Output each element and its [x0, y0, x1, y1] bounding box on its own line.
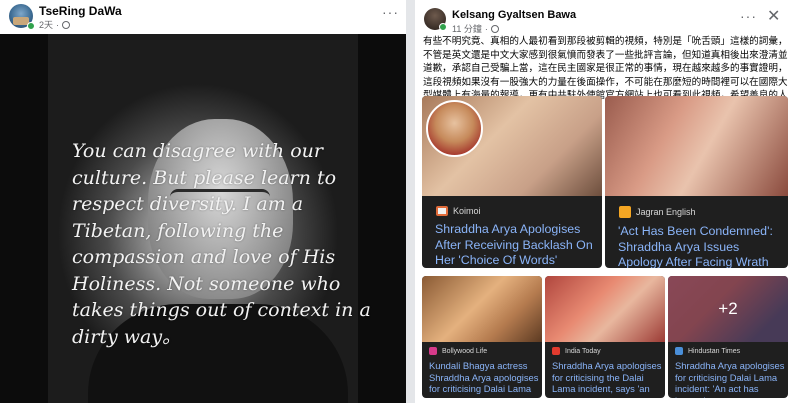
news-title[interactable]: Shraddha Arya apologises for criticising…	[552, 360, 662, 398]
news-title[interactable]: Shraddha Arya Apologises After Receiving…	[435, 222, 597, 268]
news-source: Jagran English	[619, 206, 696, 218]
left-post-header: TseRing DaWa 2天 · ···	[0, 0, 406, 34]
news-card[interactable]: Bollywood Life Kundali Bhagya actress Sh…	[422, 276, 542, 398]
author-name[interactable]: TseRing DaWa	[39, 4, 122, 18]
online-status-icon	[439, 23, 447, 31]
globe-icon	[62, 20, 71, 29]
globe-icon	[490, 24, 499, 33]
divider	[406, 0, 415, 403]
post-photo[interactable]: You can disagree with our culture. But p…	[0, 34, 406, 403]
right-post: Kelsang Gyaltsen Bawa 11 分鐘 · ··· ✕ 有些不明…	[415, 0, 800, 403]
news-card[interactable]: +2 Hindustan Times Shraddha Arya apologi…	[668, 276, 788, 398]
post-time[interactable]: 2天	[39, 18, 53, 31]
more-options-icon[interactable]: ···	[740, 8, 757, 24]
news-title[interactable]: Shraddha Arya apologises for criticising…	[675, 360, 785, 398]
post-time[interactable]: 11 分鐘	[452, 22, 482, 35]
news-title[interactable]: 'Act Has Been Condemned': Shraddha Arya …	[618, 224, 784, 268]
news-card[interactable]: Jagran English 'Act Has Been Condemned':…	[605, 96, 788, 268]
source-logo-icon	[429, 347, 437, 355]
news-card-grid: Koimoi Shraddha Arya Apologises After Re…	[422, 96, 792, 398]
news-thumbnail	[605, 96, 788, 196]
post-meta: 2天 ·	[39, 18, 71, 31]
news-source: Bollywood Life	[429, 347, 487, 355]
close-icon[interactable]: ✕	[767, 6, 780, 26]
screen: TseRing DaWa 2天 · ··· You can disagree w…	[0, 0, 800, 403]
news-source: India Today	[552, 347, 601, 355]
post-meta: 11 分鐘 ·	[452, 22, 499, 35]
image-quote: You can disagree with our culture. But p…	[72, 140, 371, 348]
news-thumbnail	[422, 276, 542, 342]
source-logo-icon	[675, 347, 683, 355]
source-logo-icon	[619, 206, 631, 218]
news-source: Koimoi	[436, 206, 481, 216]
news-title[interactable]: Kundali Bhagya actress Shraddha Arya apo…	[429, 360, 539, 395]
inset-portrait	[426, 100, 483, 157]
news-card[interactable]: India Today Shraddha Arya apologises for…	[545, 276, 665, 398]
source-logo-icon	[436, 206, 448, 216]
news-card[interactable]: Koimoi Shraddha Arya Apologises After Re…	[422, 96, 602, 268]
left-post: TseRing DaWa 2天 · ··· You can disagree w…	[0, 0, 406, 403]
online-status-icon	[27, 22, 35, 30]
more-cards-count[interactable]: +2	[668, 276, 788, 342]
author-name[interactable]: Kelsang Gyaltsen Bawa	[452, 9, 576, 21]
source-logo-icon	[552, 347, 560, 355]
more-options-icon[interactable]: ···	[382, 4, 399, 20]
news-thumbnail	[545, 276, 665, 342]
news-source: Hindustan Times	[675, 347, 740, 355]
